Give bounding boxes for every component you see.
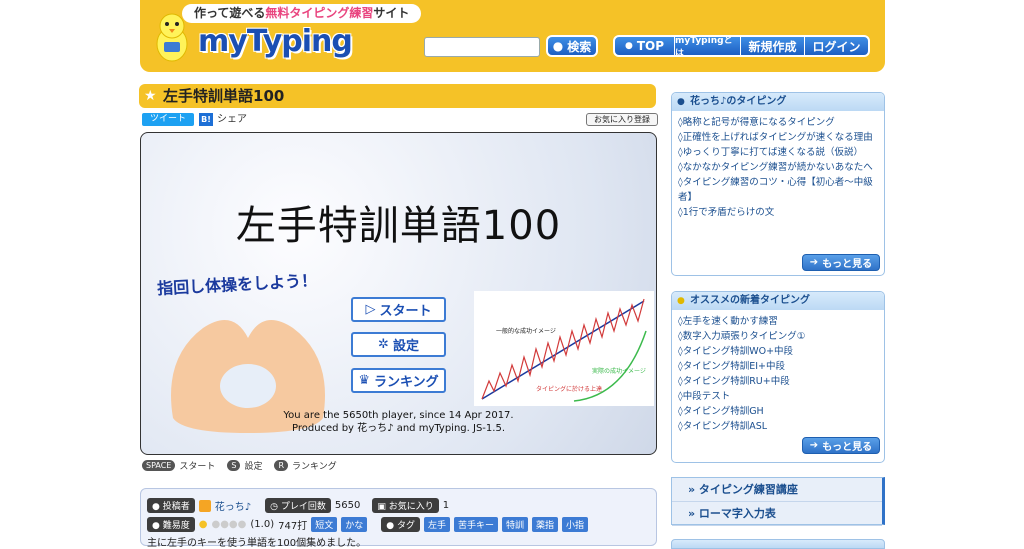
nav-create[interactable]: 新規作成 (741, 37, 805, 55)
key-space: SPACE (142, 460, 176, 471)
game-subtitle: 指回し体操をしよう！ (156, 270, 318, 299)
search-icon: ● (552, 39, 564, 53)
difficulty-value: (1.0) (250, 519, 275, 530)
fav-label: ▣ お気に入り (372, 498, 439, 513)
nav-login[interactable]: ログイン (805, 37, 868, 55)
settings-button[interactable]: ✲ 設定 (351, 332, 446, 357)
site-logo[interactable]: myTyping (198, 24, 353, 59)
tag[interactable]: 薬指 (532, 517, 559, 532)
key-hints: SPACE スタート S 設定 R ランキング (142, 459, 337, 472)
list-item[interactable]: ◊タイピング特訓GH (678, 404, 878, 419)
crown-icon: ♛ (358, 373, 371, 388)
share-row: ツイート B! シェア お気に入り登録 (142, 110, 658, 126)
list-item[interactable]: ◊タイピング特訓EI+中段 (678, 359, 878, 374)
fav-count: 1 (442, 500, 450, 511)
list-item[interactable]: ◊中段テスト (678, 389, 878, 404)
typing-game-screen[interactable]: 左手特訓単語100 指回し体操をしよう！ ▷ スタート ✲ 設定 ♛ ランキング 一般… (140, 132, 657, 455)
bookmark-icon: ▣ (377, 502, 386, 512)
page-title: ★ 左手特訓単語100 (139, 84, 656, 108)
gear-icon: ✲ (378, 337, 389, 352)
search-button[interactable]: ● 検索 (546, 35, 598, 57)
list-item[interactable]: ◊ゆっくり丁寧に打てば速くなる説（仮説） (678, 145, 878, 160)
tag[interactable]: 特訓 (502, 517, 529, 532)
list-item[interactable]: ◊タイピング練習のコツ・心得【初心者～中級者】 (678, 175, 878, 205)
list-item[interactable]: ◊1行で矛盾だらけの文 (678, 205, 878, 220)
tweet-button[interactable]: ツイート (142, 113, 194, 126)
more-button[interactable]: ➔ もっと見る (802, 437, 880, 454)
list-item[interactable]: ◊タイピング特訓WO+中段 (678, 344, 878, 359)
tag[interactable]: 苦手キー (454, 517, 499, 532)
arrow-right-icon: ➔ (809, 440, 819, 451)
tag-label: ● タグ (381, 517, 420, 532)
recommended-typings-title: ● オススメの新着タイピング (672, 292, 884, 310)
play-icon: ▷ (365, 302, 376, 317)
main-nav: ● TOP myTypingとは 新規作成 ログイン (613, 35, 870, 57)
nav-top[interactable]: ● TOP (615, 37, 675, 55)
keystroke-count: 747打 (278, 521, 308, 532)
sidebar-links: » タイピング練習講座 » ローマ字入力表 (671, 477, 885, 526)
romaji-table-link[interactable]: » ローマ字入力表 (672, 502, 882, 526)
home-icon: ● (624, 41, 633, 51)
nav-about[interactable]: myTypingとは (675, 37, 741, 55)
poster-link[interactable]: 花っち♪ (215, 498, 251, 513)
typing-course-link[interactable]: » タイピング練習講座 (672, 478, 882, 502)
site-tagline: 作って遊べる無料タイピング練習サイト (182, 4, 422, 23)
user-icon: ● (152, 502, 160, 512)
kind-tag[interactable]: かな (341, 517, 368, 532)
next-box-header (671, 539, 885, 549)
arrow-right-icon: ➔ (809, 257, 819, 268)
share-label: シェア (217, 114, 247, 125)
chick-mascot-icon (156, 13, 188, 62)
plays-count: 5650 (334, 500, 361, 511)
star-icon: ★ (144, 88, 157, 104)
difficulty-stars-icon: ● (198, 519, 208, 530)
difficulty-icon: ● (152, 521, 160, 531)
start-button[interactable]: ▷ スタート (351, 297, 446, 322)
globe-icon: ● (677, 97, 685, 107)
key-s: S (227, 460, 241, 471)
list-item[interactable]: ◊正確性を上げればタイピングが速くなる理由 (678, 130, 878, 145)
graph-label-typing: タイピングに於ける上達 (536, 385, 602, 393)
clock-icon: ◷ (270, 502, 278, 512)
list-item[interactable]: ◊タイピング特訓RU+中段 (678, 374, 878, 389)
tag[interactable]: 小指 (562, 517, 589, 532)
search-input[interactable] (424, 37, 540, 57)
recommended-typings-box: ● オススメの新着タイピング ◊左手を速く動かす練習 ◊数字入力頑張りタイピング①… (671, 291, 885, 463)
graph-label-real: 実際の成功イメージ (592, 367, 646, 375)
list-item[interactable]: ◊なかなかタイピング練習が続かないあなたへ (678, 160, 878, 175)
difficulty-label: ● 難易度 (147, 517, 195, 532)
author-typings-title: ● 花っち♪のタイピング (672, 93, 884, 111)
author-typings-box: ● 花っち♪のタイピング ◊略称と記号が得意になるタイピング ◊正確性を上げればタ… (671, 92, 885, 276)
list-item[interactable]: ◊左手を速く動かす練習 (678, 314, 878, 329)
plays-label: ◷ プレイ回数 (265, 498, 331, 513)
poster-label: ● 投稿者 (147, 498, 195, 513)
game-title: 左手特訓単語100 (235, 203, 562, 249)
kind-tag[interactable]: 短文 (311, 517, 338, 532)
list-item[interactable]: ◊略称と記号が得意になるタイピング (678, 115, 878, 130)
poster-avatar-icon (198, 499, 211, 512)
game-meta: ● 投稿者 花っち♪ ◷ プレイ回数 5650 ▣ お気に入り 1 ● 難易度 … (140, 488, 657, 549)
more-button[interactable]: ➔ もっと見る (802, 254, 880, 271)
tag-icon: ● (386, 521, 395, 531)
game-info: You are the 5650th player, since 14 Apr … (283, 410, 514, 434)
game-description: 主に左手のキーを使う単語を100個集めました。 (147, 538, 367, 549)
list-item[interactable]: ◊タイピング特訓ASL (678, 419, 878, 434)
ranking-button[interactable]: ♛ ランキング (351, 368, 446, 393)
favorite-button[interactable]: お気に入り登録 (586, 113, 658, 126)
key-r: R (274, 460, 289, 471)
list-item[interactable]: ◊数字入力頑張りタイピング① (678, 329, 878, 344)
hatena-bookmark-button[interactable]: B! (199, 113, 213, 126)
graph-label-general: 一般的な成功イメージ (496, 327, 556, 335)
chick-icon: ● (677, 296, 685, 306)
tag[interactable]: 左手 (423, 517, 450, 532)
progress-graph-illustration: 一般的な成功イメージ 実際の成功イメージ タイピングに於ける上達 (474, 291, 654, 406)
